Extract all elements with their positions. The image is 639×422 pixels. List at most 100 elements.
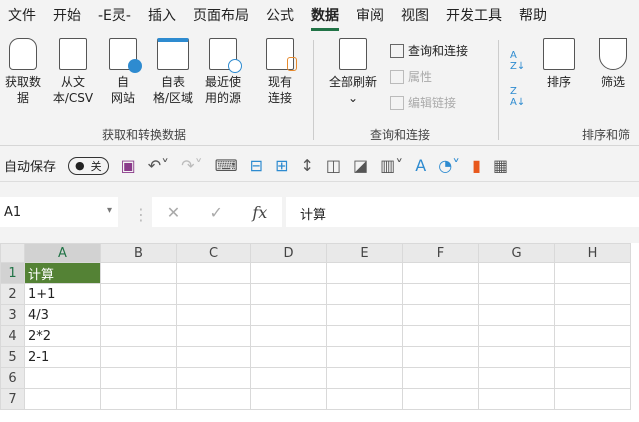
redo-icon[interactable]: ↷˅ <box>181 156 202 175</box>
chart-icon[interactable]: ▥˅ <box>380 156 403 175</box>
table-row: 6 <box>0 367 631 389</box>
column-header[interactable]: B <box>100 243 177 263</box>
cell-a4[interactable]: 2*2 <box>24 325 101 347</box>
tab-home[interactable]: 开始 <box>53 5 81 25</box>
tab-file[interactable]: 文件 <box>8 5 36 25</box>
chevron-down-icon[interactable]: ▾ <box>107 205 112 216</box>
tab-eling[interactable]: -E灵- <box>98 5 131 25</box>
office-icon[interactable]: ▮ <box>472 156 481 175</box>
tab-review[interactable]: 审阅 <box>356 5 384 25</box>
divider <box>498 40 499 140</box>
column-header[interactable]: C <box>176 243 251 263</box>
connection-file-icon <box>266 38 297 71</box>
table-row: 1 计算 <box>0 262 631 284</box>
cell-a3[interactable]: 4/3 <box>24 304 101 326</box>
group-label-sort-filter: 排序和筛 <box>582 128 631 142</box>
from-text-csv-button[interactable]: 从文 本/CSV <box>50 32 96 106</box>
insert-function-icon[interactable]: fx <box>252 203 267 222</box>
column-header[interactable]: H <box>554 243 631 263</box>
spreadsheet-grid: A B C D E F G H 1 计算 2 1+1 3 4/3 4 2*2 5 2-1 … <box>0 243 639 422</box>
undo-icon[interactable]: ↶˅ <box>148 156 169 175</box>
table-row: 2 1+1 <box>0 283 631 305</box>
recent-sources-button[interactable]: 最近使 用的源 <box>200 32 246 106</box>
calculator-icon[interactable]: ▦ <box>493 156 508 175</box>
save-icon[interactable]: ▣ <box>121 156 136 175</box>
filter-button[interactable]: 筛选 <box>590 32 636 90</box>
queries-connections-button[interactable]: 查询和连接 <box>390 42 468 59</box>
formula-input[interactable]: 计算 <box>286 197 639 227</box>
column-header[interactable]: F <box>402 243 479 263</box>
properties-icon <box>390 69 404 84</box>
row-header[interactable]: 3 <box>0 304 25 326</box>
refresh-all-button[interactable]: 全部刷新 ⌄ <box>322 32 384 106</box>
formula-bar: A1 ▾ ⋮ ✕ ✓ fx 计算 <box>0 195 639 231</box>
from-table-button[interactable]: 自表 格/区域 <box>150 32 196 106</box>
tab-help[interactable]: 帮助 <box>519 5 547 25</box>
row-header[interactable]: 6 <box>0 367 25 389</box>
row-header[interactable]: 2 <box>0 283 25 305</box>
filter-icon <box>599 38 627 70</box>
row-header[interactable]: 4 <box>0 325 25 347</box>
sort-button[interactable]: 排序 <box>536 32 582 90</box>
autosave-label: 自动保存 <box>4 160 57 175</box>
table-icon <box>157 38 189 70</box>
row-header[interactable]: 1 <box>0 262 25 284</box>
group-label-queries: 查询和连接 <box>370 128 431 142</box>
shapes-icon[interactable]: ◔˅ <box>438 156 460 175</box>
ribbon: 获取数据 从文 本/CSV 自网站 自表 格/区域 最近使 用的源 现有 连接 获取和转… <box>0 32 639 146</box>
autosave-toggle[interactable]: ● 关 <box>68 156 109 175</box>
column-header[interactable]: E <box>326 243 403 263</box>
delete-comment-icon[interactable]: ◫ <box>326 156 341 175</box>
table-row: 7 <box>0 388 631 410</box>
sort-asc-button[interactable]: A Z↓ <box>510 50 525 72</box>
existing-connections-button[interactable]: 现有 连接 <box>257 32 303 106</box>
table-row: 4 2*2 <box>0 325 631 347</box>
text-file-icon <box>59 38 87 70</box>
sort-desc-button[interactable]: Z A↓ <box>510 86 525 108</box>
cell-a1[interactable]: 计算 <box>24 262 101 284</box>
refresh-icon <box>339 38 367 70</box>
edit-links-button[interactable]: 编辑链接 <box>390 94 456 111</box>
from-web-button[interactable]: 自网站 <box>100 32 146 106</box>
cell-a6[interactable] <box>24 367 101 389</box>
tab-insert[interactable]: 插入 <box>148 5 176 25</box>
web-file-icon <box>109 38 142 73</box>
column-header[interactable]: D <box>250 243 327 263</box>
properties-button[interactable]: 属性 <box>390 68 432 85</box>
name-box[interactable]: A1 ▾ <box>0 197 118 227</box>
column-width-icon[interactable]: ⊞ <box>275 156 288 175</box>
recent-file-icon <box>209 38 242 73</box>
fit-column-icon[interactable]: ⊟ <box>250 156 263 175</box>
enter-icon[interactable]: ✓ <box>210 203 223 222</box>
table-row: 5 2-1 <box>0 346 631 368</box>
select-all[interactable] <box>0 243 25 263</box>
quick-access-toolbar: 自动保存 ● 关 ▣ ↶˅ ↷˅ ⌨ ⊟ ⊞ ↕ ◫ ◪ ▥˅ A ◔˅ ▮ ▦ <box>0 150 639 182</box>
cell-a7[interactable] <box>24 388 101 410</box>
drag-handle-icon[interactable]: ⋮ <box>133 205 149 224</box>
table-row: 3 4/3 <box>0 304 631 326</box>
cell-a5[interactable]: 2-1 <box>24 346 101 368</box>
group-label-get-transform: 获取和转换数据 <box>102 128 187 142</box>
sort-icon <box>543 38 575 70</box>
tab-page-layout[interactable]: 页面布局 <box>193 5 249 25</box>
show-comment-icon[interactable]: ◪ <box>353 156 368 175</box>
tab-data[interactable]: 数据 <box>310 5 339 31</box>
link-icon <box>390 95 404 110</box>
row-header[interactable]: 7 <box>0 388 25 410</box>
pane-icon <box>390 43 404 58</box>
divider <box>313 40 314 140</box>
tab-view[interactable]: 视图 <box>401 5 429 25</box>
row-height-icon[interactable]: ↕ <box>300 156 313 175</box>
column-header[interactable]: G <box>478 243 555 263</box>
comment-icon[interactable]: ⌨ <box>215 156 238 175</box>
ribbon-tabs: 文件 开始 -E灵- 插入 页面布局 公式 数据 审阅 视图 开发工具 帮助 <box>0 0 639 31</box>
tab-formulas[interactable]: 公式 <box>266 5 294 25</box>
row-header[interactable]: 5 <box>0 346 25 368</box>
cell-a2[interactable]: 1+1 <box>24 283 101 305</box>
get-data-button[interactable]: 获取数据 <box>0 32 46 106</box>
database-icon <box>9 38 37 70</box>
cancel-icon[interactable]: ✕ <box>167 203 180 222</box>
font-icon[interactable]: A <box>415 156 426 175</box>
tab-developer[interactable]: 开发工具 <box>446 5 502 25</box>
column-header[interactable]: A <box>24 243 101 263</box>
